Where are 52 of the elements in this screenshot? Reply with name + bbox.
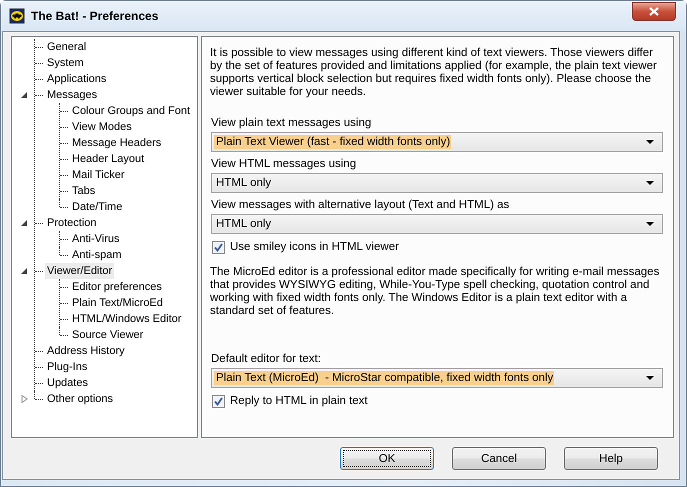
checkbox-label: Use smiley icons in HTML viewer [230,241,399,253]
dialog-button[interactable]: OK [340,447,434,470]
dialog-button[interactable]: Help [564,447,658,470]
tree-item[interactable]: Applications [45,71,108,87]
tree-item[interactable]: Anti-Virus [70,231,122,247]
dropdown-arrow-icon [646,181,654,185]
tree-item[interactable]: Header Layout [70,151,146,167]
close-button[interactable] [632,2,676,20]
tree-item[interactable]: Message Headers [70,135,164,151]
tree-item[interactable]: Updates [45,375,90,391]
tree-item[interactable]: Other options [45,391,116,407]
dropdown-arrow-icon [646,222,654,226]
dialog-button[interactable]: Cancel [452,447,546,470]
dropdown[interactable]: Plain Text Viewer (fast - fixed width fonts only) [211,132,663,152]
tree-item[interactable]: Anti-spam [70,247,124,263]
collapsed-triangle-icon[interactable] [21,395,28,403]
tree-item[interactable]: Plain Text/MicroEd [70,295,165,311]
tree-item[interactable]: Mail Ticker [70,167,127,183]
tree-item[interactable]: Address History [45,343,127,359]
tree-item[interactable]: Date/Time [70,199,124,215]
tree-item[interactable]: System [45,55,86,71]
field-label: Default editor for text: [211,352,322,366]
tree-item[interactable]: Plug-Ins [45,359,90,375]
checkbox[interactable] [212,394,225,408]
close-icon [649,6,659,16]
tree-item[interactable]: Messages [45,87,100,103]
description-text: It is possible to view messages using different kind of text viewers. Those viewers differ by the set of features provided and limitations applied (for example, the plain text viewer supports vertical block selection but requires fixed width fonts only). Please choose the viewer suitable for your needs. [210,47,658,99]
dropdown-arrow-icon [646,140,654,144]
tree-item[interactable]: Colour Groups and Font [70,103,192,119]
dropdown[interactable]: Plain Text (MicroEd) - MicroStar compatible, fixed width fonts only [211,368,663,388]
window-title: The Bat! - Preferences [31,9,160,23]
tree-item[interactable]: Editor preferences [70,279,164,295]
field-label: View HTML messages using [211,157,358,171]
tree-item[interactable]: HTML/Windows Editor [70,311,184,327]
expanded-triangle-icon[interactable] [21,267,28,275]
field-label: View messages with alternative layout (Text and HTML) as [211,198,510,212]
field-label: View plain text messages using [211,116,372,130]
tree-item[interactable]: Viewer/Editor [45,263,114,279]
expanded-triangle-icon[interactable] [21,219,28,227]
bat-app-icon [9,8,25,24]
description-text: The MicroEd editor is a professional editor made specifically for writing e-mail messages that provides WYSIWYG editing, While-You-Type spell checking, quotation control and working with fixed width fonts only. The Windows Editor is a plain text editor with a standard set of features. [210,266,660,318]
dropdown-arrow-icon [646,376,654,380]
checkbox[interactable] [212,240,225,254]
tree-item[interactable]: General [45,39,88,55]
dropdown[interactable]: HTML only [211,214,663,234]
tree-item[interactable]: Protection [45,215,99,231]
checkbox-label: Reply to HTML in plain text [230,395,368,407]
dropdown[interactable]: HTML only [211,173,663,193]
tree-item[interactable]: View Modes [70,119,134,135]
tree-item[interactable]: Tabs [70,183,98,199]
expanded-triangle-icon[interactable] [21,91,28,99]
tree-item[interactable]: Source Viewer [70,327,146,343]
